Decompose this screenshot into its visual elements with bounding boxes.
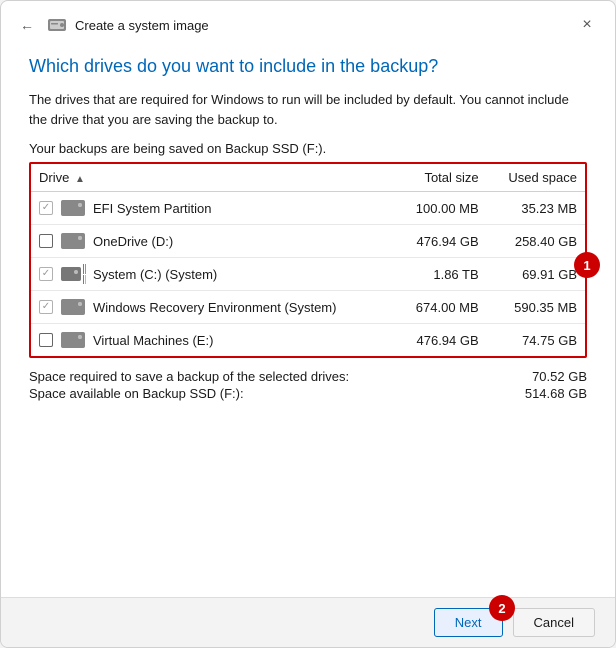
drive-total-3: 674.00 MB	[395, 291, 487, 324]
drive-total-2: 1.86 TB	[395, 258, 487, 291]
back-button[interactable]: ←	[15, 13, 39, 37]
drive-checkbox-2	[39, 267, 53, 281]
space-available-value: 514.68 GB	[525, 386, 587, 401]
table-row: Virtual Machines (E:) 476.94 GB74.75 GB	[31, 324, 585, 357]
drives-table-container: Drive ▲ Total size Used space EFI System…	[29, 162, 587, 358]
drive-cell-2: System (C:) (System)	[31, 258, 395, 291]
page-heading: Which drives do you want to include in t…	[29, 55, 587, 78]
description-text: The drives that are required for Windows…	[29, 90, 587, 129]
drive-checkbox-0	[39, 201, 53, 215]
drive-total-1: 476.94 GB	[395, 225, 487, 258]
drive-used-2: 69.91 GB	[487, 258, 585, 291]
drive-used-0: 35.23 MB	[487, 192, 585, 225]
drive-checkbox-4[interactable]	[39, 333, 53, 347]
space-available-label: Space available on Backup SSD (F:):	[29, 386, 244, 401]
main-window: ← Create a system image × Which drives d…	[0, 0, 616, 648]
drive-used-4: 74.75 GB	[487, 324, 585, 357]
drive-cell-4: Virtual Machines (E:)	[31, 324, 395, 357]
space-available-row: Space available on Backup SSD (F:): 514.…	[29, 385, 587, 402]
badge-1: 1	[574, 252, 600, 278]
drives-table: Drive ▲ Total size Used space EFI System…	[31, 164, 585, 356]
window-icon	[47, 15, 67, 35]
drive-name-1: OneDrive (D:)	[93, 234, 173, 249]
drive-name-2: System (C:) (System)	[93, 267, 217, 282]
drive-total-0: 100.00 MB	[395, 192, 487, 225]
drive-icon-0	[61, 199, 85, 217]
drive-icon-3	[61, 298, 85, 316]
space-required-label: Space required to save a backup of the s…	[29, 369, 349, 384]
drive-icon-1	[61, 232, 85, 250]
backup-location-text: Your backups are being saved on Backup S…	[29, 141, 587, 156]
title-bar: ← Create a system image ×	[1, 1, 615, 45]
table-row: EFI System Partition 100.00 MB35.23 MB	[31, 192, 585, 225]
drive-cell-1: OneDrive (D:)	[31, 225, 395, 258]
drives-table-wrapper: Drive ▲ Total size Used space EFI System…	[29, 162, 587, 368]
drive-icon-2	[61, 265, 85, 283]
badge-2: 2	[489, 595, 515, 621]
drive-checkbox-1[interactable]	[39, 234, 53, 248]
table-row: OneDrive (D:) 476.94 GB258.40 GB	[31, 225, 585, 258]
drive-cell-3: Windows Recovery Environment (System)	[31, 291, 395, 324]
drive-used-1: 258.40 GB	[487, 225, 585, 258]
drive-icon-4	[61, 331, 85, 349]
col-total-header: Total size	[395, 164, 487, 192]
table-header-row: Drive ▲ Total size Used space	[31, 164, 585, 192]
footer: 2 Next Cancel	[1, 597, 615, 647]
drive-name-3: Windows Recovery Environment (System)	[93, 300, 336, 315]
main-content: Which drives do you want to include in t…	[1, 45, 615, 597]
title-bar-left: ← Create a system image	[15, 13, 209, 37]
window-title: Create a system image	[75, 18, 209, 33]
sort-arrow-icon: ▲	[75, 174, 85, 185]
cancel-button[interactable]: Cancel	[513, 608, 595, 637]
col-drive-header: Drive ▲	[31, 164, 395, 192]
drive-name-0: EFI System Partition	[93, 201, 211, 216]
table-row: Windows Recovery Environment (System) 674…	[31, 291, 585, 324]
close-button[interactable]: ×	[573, 11, 601, 39]
drive-checkbox-3	[39, 300, 53, 314]
drive-total-4: 476.94 GB	[395, 324, 487, 357]
space-info: Space required to save a backup of the s…	[29, 368, 587, 402]
drive-used-3: 590.35 MB	[487, 291, 585, 324]
drive-name-4: Virtual Machines (E:)	[93, 333, 213, 348]
space-required-row: Space required to save a backup of the s…	[29, 368, 587, 385]
drive-cell-0: EFI System Partition	[31, 192, 395, 225]
space-required-value: 70.52 GB	[532, 369, 587, 384]
col-used-header: Used space	[487, 164, 585, 192]
table-row: System (C:) (System) 1.86 TB69.91 GB	[31, 258, 585, 291]
